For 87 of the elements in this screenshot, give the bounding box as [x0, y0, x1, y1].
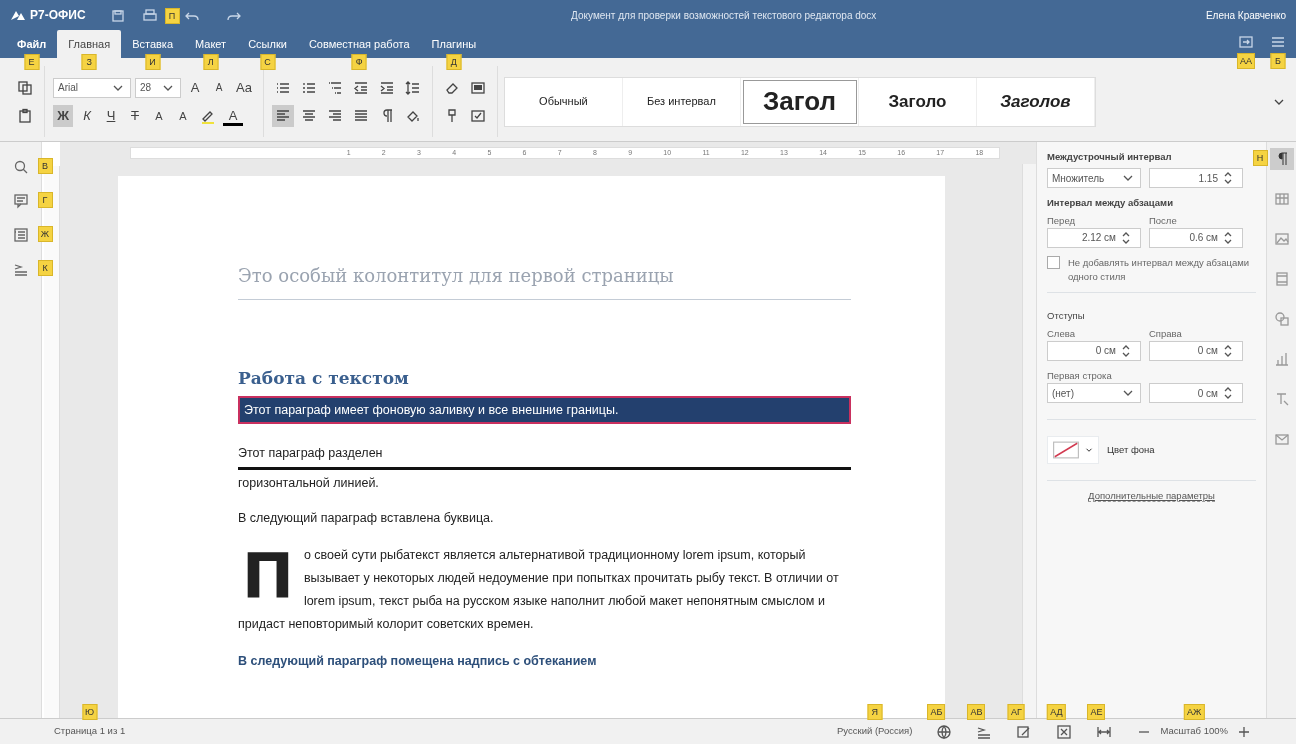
keytip-badge: П: [164, 8, 180, 25]
language-select[interactable]: Русский (Россия): [833, 724, 917, 739]
field-value: Множитель: [1052, 171, 1105, 186]
shrink-font-button[interactable]: A: [209, 76, 229, 99]
keytip-badge: Я: [867, 704, 883, 721]
font-name: Arial: [58, 81, 78, 95]
field-label: Справа: [1149, 326, 1183, 341]
keytip-badge: Б: [1270, 53, 1286, 69]
keytip-badge: Ю: [82, 704, 98, 721]
indent-right-field[interactable]: 0 см: [1149, 340, 1243, 361]
keytip-badge: АЖ: [1184, 704, 1205, 721]
field-value: 2.12 см: [1081, 231, 1116, 246]
keytip-badge: Г: [37, 192, 53, 208]
page-counter[interactable]: Страница 1 из 1: [50, 724, 130, 739]
change-case-button[interactable]: Aa: [233, 76, 255, 99]
app-logo: Р7-ОФИС: [30, 7, 86, 24]
section-title: Отступы: [1047, 309, 1086, 324]
keytip-badge: К: [37, 260, 53, 276]
spacing-after-field[interactable]: 0.6 см: [1149, 227, 1243, 248]
spacing-before-field[interactable]: 2.12 см: [1047, 227, 1141, 248]
italic-button[interactable]: К: [77, 104, 97, 127]
zoom-level[interactable]: Масштаб 100%: [1156, 724, 1232, 739]
paragraph-text: Этот параграф разделен: [238, 445, 384, 463]
underline-button[interactable]: Ч: [101, 104, 121, 127]
first-line-select[interactable]: (нет): [1047, 383, 1141, 403]
page-header-text: Это особый колонтитул для первой страницы: [238, 262, 851, 300]
chart-icon: [1273, 351, 1290, 367]
keytip-badge: Д: [446, 54, 462, 70]
keytip-badge: И: [145, 54, 161, 70]
image-icon: [1273, 231, 1290, 247]
print-icon[interactable]: [141, 6, 158, 24]
font-size-field[interactable]: 28: [135, 77, 181, 98]
checkbox-label: Не добавлять интервал между абзацами одного стиля: [1068, 255, 1251, 284]
keytip-badge: Е: [24, 54, 40, 70]
section-title: Интервал между абзацами: [1047, 196, 1174, 211]
field-label: Слева: [1047, 326, 1076, 341]
field-label: Цвет фона: [1107, 442, 1155, 457]
section-heading: Работа с текстом: [238, 367, 410, 390]
sub-button[interactable]: A: [173, 104, 193, 127]
keytip-badge: В: [37, 158, 53, 174]
field-value: 0 см: [1197, 344, 1218, 359]
advanced-settings-link[interactable]: Дополнительные параметры: [1088, 490, 1215, 502]
shape-icon: [1273, 311, 1290, 327]
keytip-badge: АА: [1237, 53, 1255, 69]
keytip-badge: Ж: [37, 226, 53, 242]
grow-font-button[interactable]: A: [185, 76, 205, 99]
field-value: 0 см: [1197, 386, 1218, 401]
paragraph-text: В следующий параграф помещена надпись с обтеканием: [238, 653, 598, 670]
logo-icon: [10, 9, 26, 21]
field-value: 0 см: [1095, 344, 1116, 359]
field-value: 0.6 см: [1189, 231, 1218, 246]
sidebar-tab[interactable]: [1269, 148, 1294, 170]
header-footer-icon: [1273, 271, 1290, 287]
table-icon: [1273, 191, 1290, 207]
field-label: После: [1149, 213, 1178, 228]
first-line-field[interactable]: 0 см: [1149, 383, 1243, 403]
keytip-badge: Ф: [351, 54, 367, 70]
keytip-badge: Л: [203, 54, 219, 70]
paragraph-text: горизонтальной линией.: [238, 475, 380, 492]
field-value: 1.15: [1198, 171, 1218, 186]
font-name-field[interactable]: Arial: [53, 77, 131, 98]
field-label: Перед: [1047, 213, 1076, 228]
bold-button[interactable]: Ж: [53, 104, 73, 127]
strike-button[interactable]: Т: [125, 104, 145, 127]
field-value: (нет): [1052, 386, 1074, 401]
color-picker[interactable]: [1047, 436, 1099, 464]
font-size: 28: [140, 81, 152, 95]
align-left-icon[interactable]: [271, 104, 294, 127]
ribbon-tab[interactable]: Главная: [57, 29, 122, 58]
paragraph-text: В следующий параграф вставлена буквица.: [238, 509, 495, 527]
document-title: Документ для проверки возможностей текстового редактора docx: [570, 8, 878, 23]
field-label: Первая строка: [1047, 368, 1113, 383]
keytip-badge: З: [81, 54, 97, 70]
keytip-badge: С: [260, 54, 276, 70]
checkbox[interactable]: [1047, 255, 1060, 269]
line-spacing-field[interactable]: 1.15: [1149, 168, 1243, 189]
style-preset[interactable]: Загол: [740, 77, 859, 126]
scrollbar[interactable]: [1022, 164, 1036, 718]
font-color-button[interactable]: A: [223, 105, 243, 126]
mail-icon: [1273, 431, 1290, 447]
section-title: Междустрочный интервал: [1047, 150, 1173, 164]
shaded-paragraph: Этот параграф имеет фоновую заливку и все внешние границы.: [238, 395, 851, 425]
user-name: Елена Кравченко: [1205, 8, 1286, 23]
sup-button[interactable]: A: [149, 104, 169, 127]
indent-left-field[interactable]: 0 см: [1047, 340, 1141, 361]
line-spacing-select[interactable]: Множитель: [1047, 168, 1141, 189]
no-color-swatch-icon: [1052, 441, 1080, 459]
